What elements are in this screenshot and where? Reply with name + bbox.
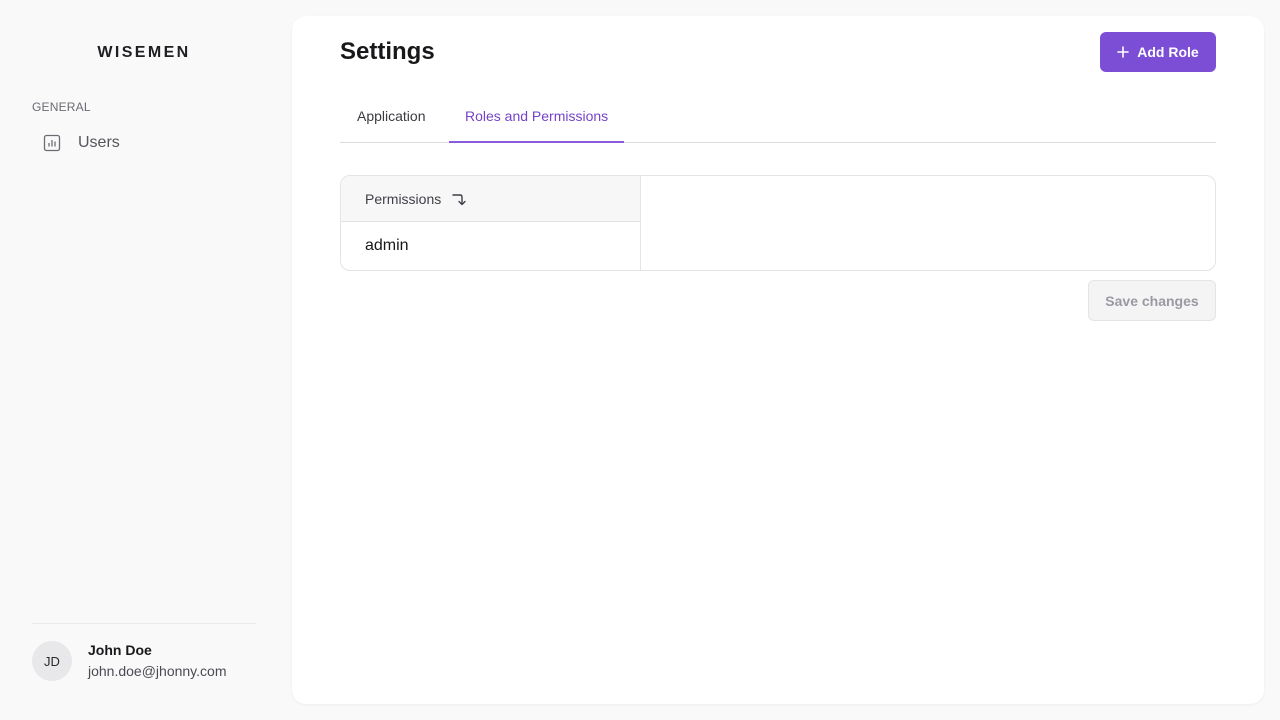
- user-email: john.doe@jhonny.com: [88, 663, 227, 679]
- brand-logo[interactable]: WISEMEN: [0, 44, 288, 62]
- user-name: John Doe: [88, 642, 152, 658]
- main-panel: Settings Add Role Application Roles and …: [292, 16, 1264, 704]
- add-role-label: Add Role: [1137, 44, 1199, 60]
- avatar[interactable]: JD: [32, 641, 72, 681]
- permissions-column: Permissions admin: [341, 176, 641, 270]
- section-label-general: GENERAL: [32, 100, 91, 114]
- tab-roles-and-permissions[interactable]: Roles and Permissions: [449, 94, 625, 143]
- sidebar-divider: [32, 623, 256, 624]
- page-title: Settings: [340, 38, 435, 65]
- bar-chart-icon: [43, 134, 61, 152]
- role-name-cell: admin: [365, 237, 409, 254]
- table-row[interactable]: admin: [341, 222, 640, 270]
- sidebar-item-users[interactable]: Users: [32, 128, 256, 158]
- column-header-label: Permissions: [365, 190, 442, 207]
- sidebar: WISEMEN GENERAL Users JD John Doe john.d…: [0, 0, 288, 720]
- save-changes-button[interactable]: Save changes: [1088, 280, 1216, 321]
- add-role-button[interactable]: Add Role: [1100, 32, 1216, 72]
- plus-icon: [1117, 46, 1130, 58]
- user-profile[interactable]: JD John Doe john.doe@jhonny.com: [32, 640, 272, 684]
- permissions-table: Permissions admin: [340, 175, 1216, 271]
- column-header-permissions[interactable]: Permissions: [341, 176, 640, 222]
- sort-arrow-icon[interactable]: [451, 191, 467, 207]
- settings-tabs: Application Roles and Permissions: [340, 94, 1216, 143]
- sidebar-item-label: Users: [78, 134, 120, 151]
- tab-application[interactable]: Application: [341, 94, 442, 142]
